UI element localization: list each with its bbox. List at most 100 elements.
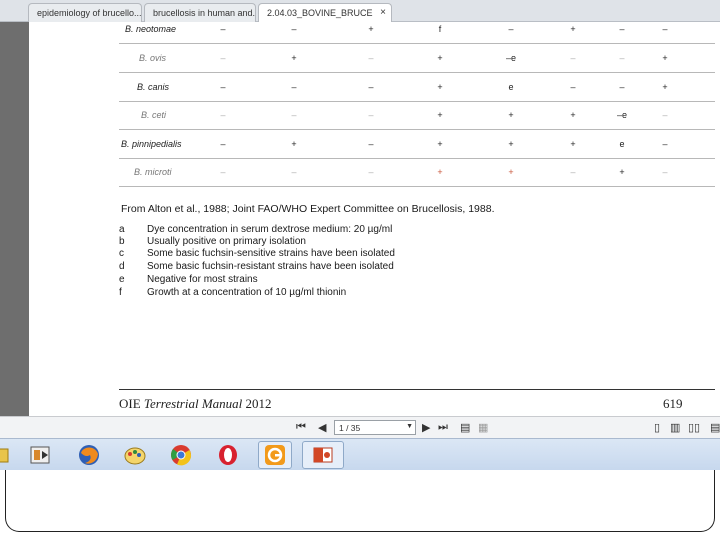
table-cell: + [619,167,625,177]
footer-rule [119,389,715,390]
species-name: B. pinnipedialis [121,139,182,149]
footnote-item: f Growth at a concentration of 10 µg/ml t… [119,287,346,298]
table-cell: + [291,139,297,149]
table-rule [119,43,715,44]
tab-epidemiology[interactable]: epidemiology of brucello... [28,3,142,22]
table-cell: + [437,110,443,120]
footnote-key: a [119,224,125,235]
species-name: B. canis [137,82,170,92]
footnote-text: Some basic fuchsin-resistant strains hav… [147,261,394,272]
last-page-icon[interactable]: ⏭ [438,421,448,434]
table-cell: f [438,24,442,34]
first-page-icon[interactable]: ⏮ [296,421,306,434]
table-cell: – [508,24,514,34]
tab-label: brucellosis in human and... [153,8,256,18]
viewer-left-gutter [0,22,29,416]
footnote-item: d Some basic fuchsin-resistant strains ha… [119,261,394,272]
firefox-icon[interactable] [77,443,101,467]
table-cell: + [508,110,514,120]
browser-tab-strip: epidemiology of brucello... brucellosis … [0,0,720,23]
species-name: B. ceti [141,110,167,120]
table-cell: + [508,167,514,177]
file-explorer-icon[interactable] [0,443,12,467]
table-cell: – [619,53,625,63]
footnote-item: b Usually positive on primary isolation [119,236,306,247]
media-player-icon[interactable] [28,443,52,467]
page-number-input[interactable]: 1 / 35 ▼ [334,420,416,435]
facing-view-icon[interactable]: ▯▯ [688,421,700,434]
table-rule [119,72,715,73]
footnote-key: b [119,236,125,247]
table-rule [119,101,715,102]
single-page-view-icon[interactable]: ▯ [654,421,660,434]
slide-frame-border [5,470,715,532]
table-cell: – [570,53,576,63]
table-cell: – [662,167,668,177]
manual-year: 2012 [245,396,272,411]
footnote-key: c [119,248,124,259]
presenter-icon[interactable] [263,443,287,467]
table-cell: – [220,82,226,92]
table-cell: – [220,110,226,120]
tab-bovine-brucellosis[interactable]: 2.04.03_BOVINE_BRUCE × [258,3,392,23]
chevron-down-icon[interactable]: ▼ [406,423,413,430]
continuous-view-icon[interactable]: ▥ [670,421,680,434]
tab-label: epidemiology of brucello... [37,8,142,18]
table-cell: – [220,167,226,177]
table-cell: – [291,24,297,34]
table-cell: + [437,139,443,149]
table-cell: + [437,167,443,177]
page-number: 619 [663,396,683,411]
tab-brucellosis-human[interactable]: brucellosis in human and... [144,3,256,22]
table-cell: – [291,167,297,177]
table-cell: – [662,110,668,120]
table-rule [119,129,715,130]
table-cell: – [662,24,668,34]
footnote-text: Usually positive on primary isolation [147,236,306,247]
species-name: B. ovis [139,53,167,63]
table-cell: – [368,110,374,120]
powerpoint-icon[interactable] [311,443,335,467]
manual-prefix: OIE [119,396,141,411]
table-cell: + [508,139,514,149]
paint-icon[interactable] [123,443,147,467]
footnote-text: Dye concentration in serum dextrose medi… [147,224,393,235]
table-cell: + [437,82,443,92]
table-cell: –e [505,53,516,63]
species-name: B. microti [134,167,172,177]
table-cell: e [508,82,514,92]
table-cell: – [220,24,226,34]
previous-page-icon[interactable]: ◀ [318,421,326,434]
close-icon[interactable]: × [380,7,386,18]
table-cell: – [220,139,226,149]
cover-view-icon[interactable]: ▤ [710,421,720,434]
screen: epidemiology of brucello... brucellosis … [0,0,720,540]
chrome-icon[interactable] [169,443,193,467]
table-cell: + [368,24,374,34]
table-cell: – [619,82,625,92]
footnote-key: e [119,274,125,285]
table-cell: + [570,139,576,149]
table-cell: – [619,24,625,34]
table-cell: – [368,139,374,149]
select-text-icon[interactable]: ▤ [460,421,470,434]
table-cell: + [662,53,668,63]
table-cell: + [291,53,297,63]
opera-icon[interactable] [216,443,240,467]
footnote-text: Negative for most strains [147,274,258,285]
footnote-key: d [119,261,125,272]
lower-canvas [0,470,720,540]
table-cell: e [619,139,625,149]
table-rule [119,158,715,159]
table-cell: – [220,53,226,63]
snapshot-icon[interactable]: ▦ [478,421,488,434]
pdf-page: B. neotomae – – + f – + – – B. ovis – + … [29,22,720,416]
table-cell: – [368,82,374,92]
footnote-item: c Some basic fuchsin-sensitive strains ha… [119,248,395,259]
page-indicator: 1 / 35 [339,423,361,433]
table-cell: – [570,167,576,177]
footnote-text: Growth at a concentration of 10 µg/ml th… [147,287,347,298]
table-cell: – [291,110,297,120]
next-page-icon[interactable]: ▶ [422,421,430,434]
table-cell: – [368,53,374,63]
